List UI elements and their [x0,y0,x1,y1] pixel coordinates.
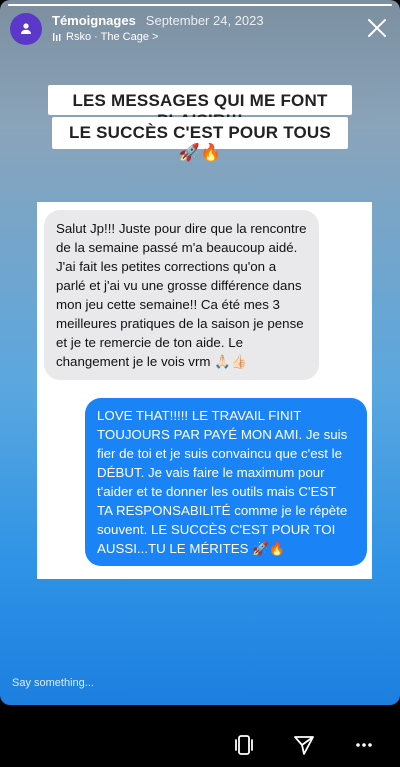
close-button[interactable] [364,15,390,41]
remix-icon [235,735,253,755]
incoming-message: Salut Jp!!! Juste pour dire que la renco… [44,210,319,380]
story-title-line-1: LES MESSAGES QUI ME FONT PLAISIR!!! [48,85,352,130]
close-icon [368,19,386,37]
more-button[interactable] [352,733,376,757]
account-name[interactable]: Témoignages [52,13,136,29]
remix-button[interactable] [232,733,256,757]
avatar[interactable] [10,13,42,45]
music-label: Rsko · The Cage > [66,31,159,44]
post-date: September 24, 2023 [145,13,264,29]
story-header: Témoignages September 24, 2023 Rsko · Th… [10,12,390,46]
story-progress-fill [8,4,392,6]
story-meta: Témoignages September 24, 2023 Rsko · Th… [52,13,264,44]
people-group-icon [21,23,31,34]
reply-input[interactable] [12,677,312,689]
story-viewer[interactable]: Témoignages September 24, 2023 Rsko · Th… [0,0,400,705]
send-icon [294,736,314,755]
reply-bar [0,665,400,701]
story-progress-bar [8,4,392,6]
story-title-line-2: LE SUCCÈS C'EST POUR TOUS 🚀🔥 [52,117,348,162]
music-sticker[interactable]: Rsko · The Cage > [52,31,264,44]
story-actions [232,733,376,757]
more-icon [356,743,372,747]
share-button[interactable] [292,733,316,757]
music-note-icon [53,33,61,42]
outgoing-message: LOVE THAT!!!!! LE TRAVAIL FINIT TOUJOURS… [85,398,367,566]
chat-screenshot: Salut Jp!!! Juste pour dire que la renco… [37,202,372,579]
